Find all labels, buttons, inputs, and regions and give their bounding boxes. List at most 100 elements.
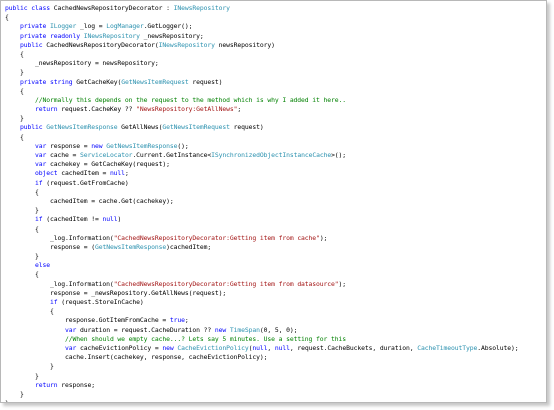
code-token: >(); xyxy=(331,151,347,159)
code-token: , xyxy=(267,343,275,352)
code-token: ; xyxy=(237,105,242,114)
code-line: } xyxy=(5,114,519,123)
code-token: cachedItem = xyxy=(61,169,110,178)
code-token: ILogger xyxy=(49,22,77,31)
code-token: private string xyxy=(20,77,77,86)
code-line: if (request.StoreInCache) xyxy=(5,298,519,307)
code-line: { xyxy=(5,307,519,316)
code-line: public CachedNewsRepositoryDecorator(INe… xyxy=(5,41,519,50)
code-line: return response; xyxy=(5,381,519,390)
code-token: (cachedItem != xyxy=(46,215,103,224)
code-token: request.CacheKey ?? xyxy=(61,105,137,114)
code-line: //When should we empty cache...? Lets sa… xyxy=(5,335,519,344)
code-token: else xyxy=(34,261,50,270)
code-line: var cache = ServiceLocator.Current.GetIn… xyxy=(5,151,519,160)
code-token: { xyxy=(5,49,24,58)
code-line: if (cachedItem != null) xyxy=(5,215,519,224)
code-line: } xyxy=(5,372,519,381)
code-token: { xyxy=(5,270,39,279)
code-line: { xyxy=(5,13,519,22)
code-token: newsRepository) xyxy=(214,40,275,49)
code-line: _log.Information("CachedNewsRepositoryDe… xyxy=(5,234,519,243)
code-token: public xyxy=(20,40,47,49)
code-token: GetNewsItemResponse xyxy=(94,242,167,251)
code-token: INewsRepository xyxy=(83,31,140,40)
code-token: response = _newsRepository.GetAllNews(re… xyxy=(5,288,227,297)
code-token: new xyxy=(91,141,107,150)
code-token: private readonly xyxy=(20,31,84,40)
code-token: { xyxy=(5,86,24,95)
code-token: CacheEvictionPolicy xyxy=(177,343,249,352)
code-token: return xyxy=(34,105,62,114)
code-token: public class xyxy=(5,4,54,12)
code-line: { xyxy=(5,87,519,96)
code-line: private readonly INewsRepository _newsRe… xyxy=(5,32,519,41)
code-token: request) xyxy=(229,123,264,132)
code-line: { xyxy=(5,50,519,59)
code-token: _newsRepository = newsRepository; xyxy=(5,59,159,68)
code-token: cacheEvictionPolicy = xyxy=(79,343,163,352)
code-token: null xyxy=(109,169,125,178)
code-line: cache.Insert(cachekey, response, cacheEv… xyxy=(5,353,519,362)
code-line: //Normally this depends on the request t… xyxy=(5,96,519,105)
code-line: } xyxy=(5,390,519,399)
code-token: GetCacheKey( xyxy=(76,77,122,86)
code-line: var cacheEvictionPolicy = new CacheEvict… xyxy=(5,344,519,353)
code-line: response = (GetNewsItemResponse)cachedIt… xyxy=(5,243,519,252)
code-token: ) xyxy=(117,215,122,224)
code-token: CachedNewsRepositoryDecorator : xyxy=(53,4,174,12)
code-token: //Normally this depends on the request t… xyxy=(34,95,347,104)
code-token: (request.StoreInCache) xyxy=(61,298,144,306)
code-token: { xyxy=(5,132,24,141)
code-line: { xyxy=(5,133,519,142)
code-line: { xyxy=(5,188,519,197)
code-line: var duration = request.CacheDuration ?? … xyxy=(5,326,519,335)
code-token: INewsRepository xyxy=(158,40,215,49)
code-token: GetNewsItemRequest xyxy=(162,123,230,132)
code-line: response.GotItemFromCache = true; xyxy=(5,316,519,325)
code-line: public class CachedNewsRepositoryDecorat… xyxy=(5,4,519,13)
code-token: , request.CacheBuckets, duration, xyxy=(289,343,418,352)
code-token: "CachedNewsRepositoryDecorator:Getting i… xyxy=(113,279,339,288)
code-token: ; xyxy=(124,169,129,178)
code-token: _log.Information( xyxy=(5,279,114,288)
code-token: cache = xyxy=(49,151,80,159)
code-token: var xyxy=(34,141,50,150)
code-token: CacheTimeoutType xyxy=(417,343,478,352)
code-token: .GetLogger(); xyxy=(143,22,193,31)
code-token: cachekey = GetCacheKey(request); xyxy=(49,160,170,169)
code-line: } xyxy=(5,362,519,371)
code-line: return request.CacheKey ?? "NewsReposito… xyxy=(5,105,519,114)
code-token: cache.Insert(cachekey, response, cacheEv… xyxy=(5,353,268,362)
code-token: } xyxy=(5,114,24,123)
code-token: )cachedItem; xyxy=(166,242,212,251)
code-token: { xyxy=(5,13,9,22)
code-token: ); xyxy=(338,279,347,288)
code-token: _log.Information( xyxy=(5,233,114,242)
code-token: LogManager xyxy=(106,22,144,31)
code-token: ; xyxy=(184,316,189,325)
code-token: } xyxy=(5,362,54,371)
code-line: } xyxy=(5,68,519,77)
code-token: } xyxy=(5,389,24,398)
code-screenshot-frame: public class CachedNewsRepositoryDecorat… xyxy=(0,0,547,403)
code-token: public xyxy=(20,123,47,132)
code-token: GetNewsItemResponse xyxy=(46,123,118,132)
code-line: _log.Information("CachedNewsRepositoryDe… xyxy=(5,280,519,289)
code-token: } xyxy=(5,399,9,402)
code-line: cachedItem = cache.Get(cachekey); xyxy=(5,197,519,206)
code-token: var xyxy=(64,325,80,334)
code-token: response = xyxy=(49,141,92,150)
code-token: "NewsRepository:GetAllNews" xyxy=(136,105,238,114)
